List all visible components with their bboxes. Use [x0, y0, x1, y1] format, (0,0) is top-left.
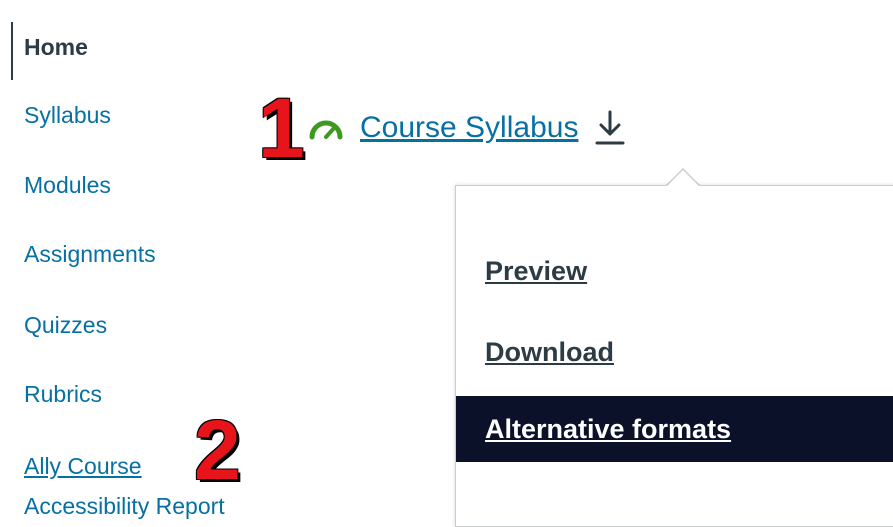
active-indicator: [11, 22, 13, 80]
nav-item-home[interactable]: Home: [24, 33, 88, 61]
menu-caret-fill: [666, 170, 700, 187]
accessibility-gauge-icon[interactable]: [308, 113, 346, 143]
download-menu: Preview Download Alternative formats: [455, 185, 893, 527]
menu-item-preview-label: Preview: [485, 255, 588, 286]
nav-item-assignments[interactable]: Assignments: [24, 240, 156, 268]
file-row: Course Syllabus: [308, 103, 628, 153]
callout-number-1: 1: [258, 81, 305, 175]
nav-item-modules[interactable]: Modules: [24, 171, 111, 199]
course-navigation: Home Syllabus Modules Assignments Quizze…: [0, 0, 300, 519]
nav-item-ally-report[interactable]: Ally Course: [24, 452, 142, 480]
menu-item-download[interactable]: Download: [456, 319, 893, 385]
callout-number-2: 2: [194, 403, 241, 497]
menu-item-alternative-formats-label: Alternative formats: [485, 413, 732, 444]
download-icon[interactable]: [594, 108, 628, 148]
nav-item-syllabus[interactable]: Syllabus: [24, 101, 111, 129]
menu-item-alternative-formats[interactable]: Alternative formats: [456, 396, 893, 462]
nav-item-quizzes[interactable]: Quizzes: [24, 311, 107, 339]
nav-item-rubrics[interactable]: Rubrics: [24, 380, 102, 408]
course-syllabus-link[interactable]: Course Syllabus: [360, 111, 578, 145]
menu-item-download-label: Download: [485, 336, 614, 367]
menu-item-preview[interactable]: Preview: [456, 238, 893, 304]
